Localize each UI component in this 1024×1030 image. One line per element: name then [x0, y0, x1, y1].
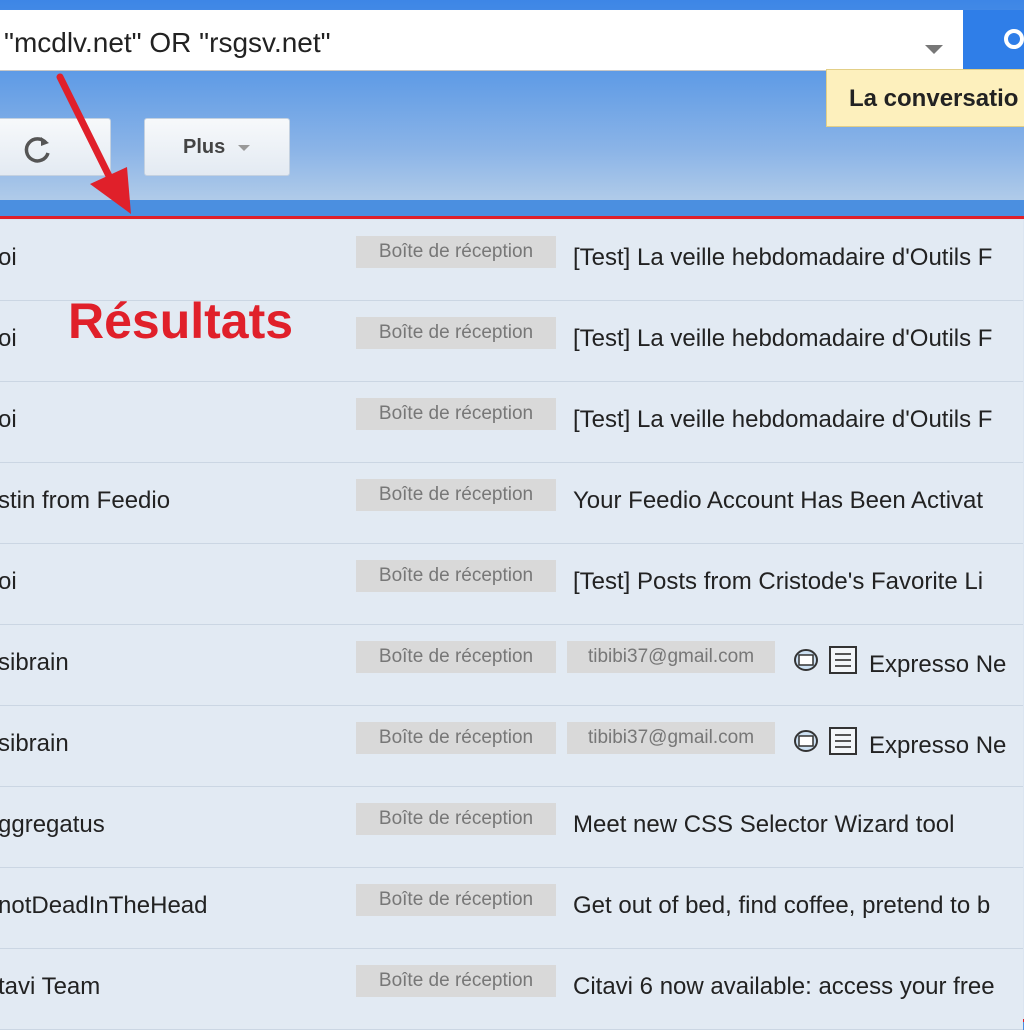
- email-subject: [Test] La veille hebdomadaire d'Outils F: [573, 406, 993, 433]
- inbox-label-chip[interactable]: Boîte de réception: [356, 317, 556, 349]
- search-input[interactable]: "mcdlv.net" OR "rsgsv.net": [0, 10, 963, 71]
- sender-name: oi: [0, 244, 17, 271]
- inbox-label-chip[interactable]: Boîte de réception: [356, 641, 556, 673]
- inbox-label-chip[interactable]: Boîte de réception: [356, 884, 556, 916]
- table-row[interactable]: oi Boîte de réception [Test] La veille heb…: [0, 382, 1023, 463]
- sender-name: oi: [0, 406, 17, 433]
- table-row[interactable]: oi Boîte de réception [Test] La veille heb…: [0, 220, 1023, 301]
- email-subject: Expresso Ne: [869, 651, 1007, 678]
- table-row[interactable]: notDeadInTheHead Boîte de réception Get ou…: [0, 868, 1023, 949]
- email-subject: Expresso Ne: [869, 732, 1007, 759]
- sender-name: ggregatus: [0, 811, 105, 838]
- search-query-text: "mcdlv.net" OR "rsgsv.net": [4, 27, 331, 58]
- inbox-label-chip[interactable]: Boîte de réception: [356, 236, 556, 268]
- inbox-label-chip[interactable]: Boîte de réception: [356, 965, 556, 997]
- email-subject: Your Feedio Account Has Been Activat: [573, 487, 984, 514]
- refresh-button[interactable]: [0, 118, 111, 176]
- email-label-chip[interactable]: tibibi37@gmail.com: [567, 641, 775, 673]
- email-subject: [Test] Posts from Cristode's Favorite Li: [573, 568, 984, 595]
- table-row[interactable]: stin from Feedio Boîte de réception Your F…: [0, 463, 1023, 544]
- sender-name: oi: [0, 568, 17, 595]
- more-button-label: Plus: [183, 136, 226, 158]
- chevron-down-icon: [238, 145, 250, 151]
- email-subject: Citavi 6 now available: access your free: [573, 973, 995, 1000]
- sender-name: oi: [0, 325, 17, 352]
- email-subject: Get out of bed, find coffee, pretend to …: [573, 892, 991, 919]
- table-row[interactable]: sibrain Boîte de réception tibibi37@gmail.…: [0, 625, 1023, 706]
- inbox-label-chip[interactable]: Boîte de réception: [356, 722, 556, 754]
- table-row[interactable]: sibrain Boîte de réception tibibi37@gmail.…: [0, 706, 1023, 787]
- email-subject: [Test] La veille hebdomadaire d'Outils F: [573, 244, 993, 271]
- refresh-icon: [24, 137, 50, 163]
- sender-name: sibrain: [0, 730, 69, 757]
- more-button[interactable]: Plus: [144, 118, 290, 176]
- inbox-label-chip[interactable]: Boîte de réception: [356, 479, 556, 511]
- coffee-cup-icon: [794, 649, 818, 671]
- search-button[interactable]: [963, 10, 1024, 70]
- conversation-tooltip: La conversatio: [826, 69, 1024, 127]
- table-row[interactable]: tavi Team Boîte de réception Citavi 6 now …: [0, 949, 1023, 1030]
- inbox-label-chip[interactable]: Boîte de réception: [356, 803, 556, 835]
- newsletter-icon: [829, 727, 857, 755]
- inbox-label-chip[interactable]: Boîte de réception: [356, 560, 556, 592]
- newsletter-icon: [829, 646, 857, 674]
- email-subject: [Test] La veille hebdomadaire d'Outils F: [573, 325, 993, 352]
- search-options-arrow-icon[interactable]: [925, 45, 943, 54]
- search-icon: [1004, 29, 1024, 49]
- sender-name: stin from Feedio: [0, 487, 171, 514]
- email-subject: Meet new CSS Selector Wizard tool: [573, 811, 955, 838]
- sender-name: notDeadInTheHead: [0, 892, 208, 919]
- results-annotation: Résultats: [68, 293, 294, 349]
- inbox-label-chip[interactable]: Boîte de réception: [356, 398, 556, 430]
- coffee-cup-icon: [794, 730, 818, 752]
- sender-name: tavi Team: [0, 973, 101, 1000]
- sender-name: sibrain: [0, 649, 69, 676]
- table-row[interactable]: oi Boîte de réception [Test] Posts from Cr…: [0, 544, 1023, 625]
- table-row[interactable]: ggregatus Boîte de réception Meet new CSS …: [0, 787, 1023, 868]
- email-label-chip[interactable]: tibibi37@gmail.com: [567, 722, 775, 754]
